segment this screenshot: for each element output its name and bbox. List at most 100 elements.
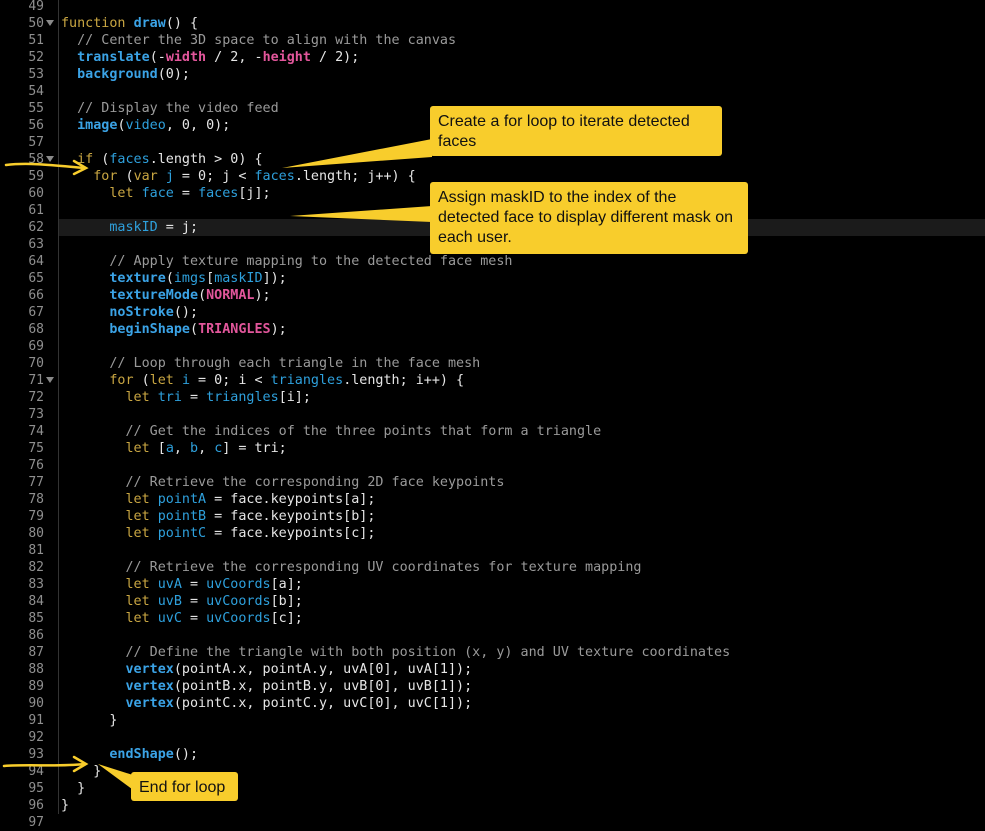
code-token: (0); <box>157 67 190 82</box>
code-area[interactable]: function draw() { // Center the 3D space… <box>61 0 985 814</box>
code-token: , <box>173 441 190 456</box>
line-number: 96 <box>28 798 44 813</box>
code-token: = face.keypoints[c]; <box>206 526 376 541</box>
code-token: = j; <box>157 220 199 235</box>
code-line: // Display the video feed <box>61 100 279 117</box>
line-number: 97 <box>28 815 44 830</box>
line-number: 74 <box>28 424 44 439</box>
code-line: endShape(); <box>61 746 198 763</box>
line-number: 69 <box>28 339 44 354</box>
code-token: pointA <box>157 492 207 507</box>
line-number: 77 <box>28 475 44 490</box>
code-line: // Get the indices of the three points t… <box>61 423 601 440</box>
code-line: beginShape(TRIANGLES); <box>61 321 286 338</box>
code-token: let <box>109 186 134 201</box>
line-number: 87 <box>28 645 44 660</box>
code-token: let <box>125 526 150 541</box>
code-token: [ <box>206 271 215 286</box>
line-number: 82 <box>28 560 44 575</box>
code-token: texture <box>109 271 166 286</box>
code-token: // Apply texture mapping to the detected… <box>61 254 513 269</box>
code-line: for (var j = 0; j < faces.length; j++) { <box>61 168 416 185</box>
code-line: for (let i = 0; i < triangles.length; i+… <box>61 372 464 389</box>
code-token: beginShape <box>109 322 190 337</box>
code-token: (pointA.x, pointA.y, uvA[0], uvA[1]); <box>173 662 473 677</box>
code-token: faces <box>109 152 150 167</box>
code-token: // Display the video feed <box>61 101 279 116</box>
line-number: 93 <box>28 747 44 762</box>
line-number: 92 <box>28 730 44 745</box>
code-token: [a]; <box>270 577 303 592</box>
code-token: [i]; <box>278 390 311 405</box>
code-editor[interactable]: 49 50 51 52 53 54 55 56 57 58 59 60 61 62 63 64 65 66 67 68… <box>0 0 985 830</box>
line-number: 59 <box>28 169 44 184</box>
code-token: ( <box>93 152 110 167</box>
line-number: 52 <box>28 50 44 65</box>
code-token: image <box>77 118 118 133</box>
code-token: // Retrieve the corresponding 2D face ke… <box>61 475 505 490</box>
line-number: 67 <box>28 305 44 320</box>
code-token: pointC <box>157 526 207 541</box>
fold-toggle-icon[interactable] <box>46 377 54 383</box>
code-token: ( <box>190 322 199 337</box>
code-token: if <box>77 152 94 167</box>
line-number: 75 <box>28 441 44 456</box>
code-line: } <box>61 763 101 780</box>
code-token: let <box>125 577 150 592</box>
fold-toggle-icon[interactable] <box>46 156 54 162</box>
code-line: vertex(pointB.x, pointB.y, uvB[0], uvB[1… <box>61 678 473 695</box>
code-token: imgs <box>173 271 207 286</box>
code-token: uvCoords <box>206 611 271 626</box>
code-line: let pointC = face.keypoints[c]; <box>61 525 376 542</box>
code-token: faces <box>198 186 239 201</box>
line-number: 51 <box>28 33 44 48</box>
line-number: 55 <box>28 101 44 116</box>
code-line: // Retrieve the corresponding 2D face ke… <box>61 474 504 491</box>
code-line: // Loop through each triangle in the fac… <box>61 355 480 372</box>
line-number: 81 <box>28 543 44 558</box>
code-line: texture(imgs[maskID]); <box>61 270 287 287</box>
line-number: 85 <box>28 611 44 626</box>
line-number: 54 <box>28 84 44 99</box>
code-token: [ <box>149 441 166 456</box>
line-number-gutter: 49 50 51 52 53 54 55 56 57 58 59 60 61 62 63 64 65 66 67 68… <box>0 0 58 830</box>
line-number: 49 <box>28 0 44 14</box>
line-number: 80 <box>28 526 44 541</box>
code-token: vertex <box>125 679 174 694</box>
code-token: = face.keypoints[b]; <box>206 509 376 524</box>
code-token: for <box>109 373 134 388</box>
line-number: 73 <box>28 407 44 422</box>
code-token: ] = tri; <box>222 441 287 456</box>
line-number: 70 <box>28 356 44 371</box>
fold-toggle-icon[interactable] <box>46 20 54 26</box>
code-token: for <box>93 169 118 184</box>
line-number: 63 <box>28 237 44 252</box>
code-token: vertex <box>125 696 174 711</box>
code-line: // Define the triangle with both positio… <box>61 644 730 661</box>
code-token: tri <box>157 390 182 405</box>
line-number: 72 <box>28 390 44 405</box>
code-token: let <box>125 509 150 524</box>
code-token: maskID <box>109 220 158 235</box>
line-number: 90 <box>28 696 44 711</box>
code-token: ]); <box>262 271 287 286</box>
code-token: width <box>165 50 207 65</box>
